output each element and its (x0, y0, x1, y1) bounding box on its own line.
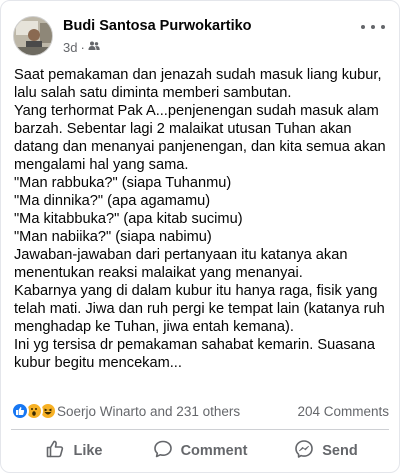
post-line: mengalami hal yang sama. (14, 157, 189, 173)
avatar[interactable] (13, 16, 53, 56)
post-line: Ini yg tersisa dr pemakaman sahabat kema… (14, 337, 375, 353)
post-line: "Man nabiika?" (siapa nabimu) (14, 229, 212, 245)
post-line: Kabarnya yang di dalam kubur itu hanya r… (14, 283, 378, 299)
post-line: "Ma dinnika?" (apa agamamu) (14, 193, 211, 209)
thumbs-up-icon (45, 439, 65, 463)
friends-icon (88, 40, 100, 55)
messenger-icon (294, 439, 314, 463)
reactions-summary[interactable]: Soerjo Winarto and 231 others (11, 402, 240, 420)
comment-icon (153, 439, 173, 463)
post-text: Saat pemakaman dan jenazah sudah masuk l… (14, 66, 392, 372)
post-card: Budi Santosa Purwokartiko 3d · Saat pema… (0, 0, 400, 473)
post-line: lalu salah satu diminta memberi sambutan… (14, 85, 292, 101)
like-button[interactable]: Like (11, 433, 137, 469)
post-line: Yang terhormat Pak A...penjenengan sudah… (14, 103, 379, 119)
post-line: Jawaban-jawaban dari pertanyaan itu kata… (14, 247, 348, 263)
like-label: Like (73, 443, 103, 459)
post-line: menentukan reaksi malaikat yang menanyai… (14, 265, 303, 281)
like-icon (11, 402, 29, 420)
action-bar: Like Comment Send (11, 433, 389, 469)
reactions-text: Soerjo Winarto and 231 others (57, 403, 241, 419)
post-line: Saat pemakaman dan jenazah sudah masuk l… (14, 67, 382, 83)
post-line: menghadap ke Tuhan, jiwa entah kemana). (14, 319, 294, 335)
comment-button[interactable]: Comment (137, 433, 263, 469)
post-line: kubur begitu mencekam... (14, 355, 182, 371)
reaction-icons (11, 402, 57, 420)
author-name[interactable]: Budi Santosa Purwokartiko (63, 18, 252, 34)
post-time[interactable]: 3d (63, 40, 77, 55)
post-line: barzah. Sebentar lagi 2 malaikat utusan … (14, 121, 352, 137)
more-options-icon[interactable] (361, 19, 385, 35)
post-line: telah mati. Jiwa dan ruh pergi ke tempat… (14, 301, 385, 317)
comments-count[interactable]: 204 Comments (297, 404, 389, 419)
post-meta: 3d · (63, 40, 100, 55)
send-label: Send (322, 443, 358, 459)
post-line: datang dan menanyai panjenengan, dan kit… (14, 139, 386, 155)
post-stats: Soerjo Winarto and 231 others 204 Commen… (11, 400, 389, 422)
post-header: Budi Santosa Purwokartiko 3d · (11, 15, 389, 59)
comment-label: Comment (180, 443, 248, 459)
send-button[interactable]: Send (263, 433, 389, 469)
divider (11, 429, 389, 430)
post-line: "Ma kitabbuka?" (apa kitab sucimu) (14, 211, 243, 227)
post-line: "Man rabbuka?" (siapa Tuhanmu) (14, 175, 232, 191)
